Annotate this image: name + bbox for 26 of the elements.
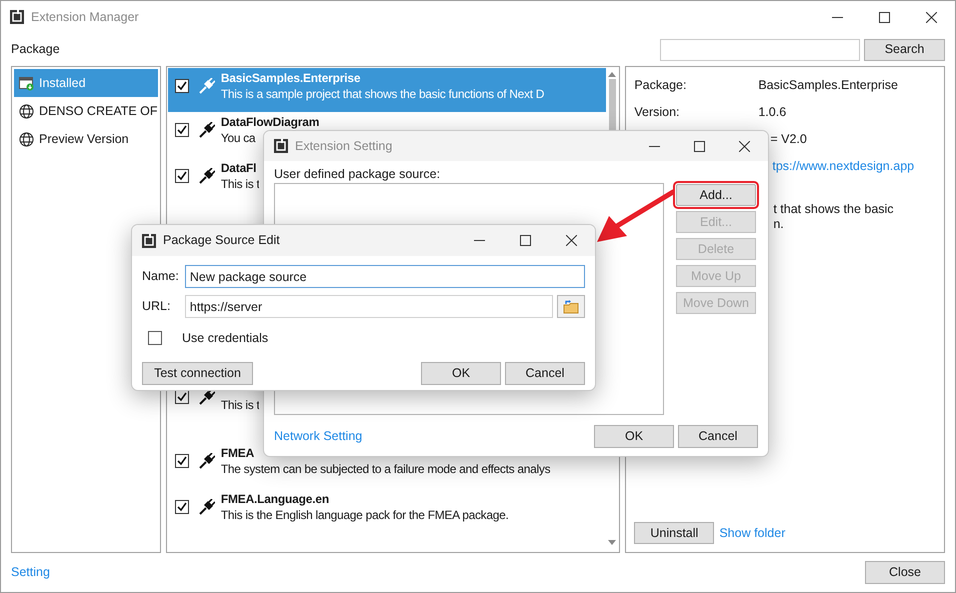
package-title: FMEA: [220, 445, 254, 461]
dialog-title: Package Source Edit: [163, 232, 280, 250]
package-title: BasicSamples.Enterprise: [220, 70, 360, 86]
source-label: User defined package source:: [274, 166, 442, 183]
package-description: This is t: [220, 397, 260, 414]
checkbox-label: Use credentials: [182, 330, 268, 347]
detail-label: Version:: [634, 104, 681, 122]
detail-value: = V2.0: [770, 131, 807, 148]
description-text: n.: [773, 217, 785, 232]
description-text: t that shows the basic: [773, 202, 895, 217]
detail-value: BasicSamples.Enterprise: [758, 77, 898, 94]
package-label: Package: [11, 41, 60, 58]
package-title: DataFlowDiagram: [220, 114, 320, 130]
package-description: You ca: [220, 130, 256, 147]
package-description: This is a sample project that shows the basic functions of Next D: [220, 86, 544, 103]
package-title: DataFl: [220, 160, 256, 176]
package-title: FMEA.Language.en: [220, 491, 329, 507]
detail-label: Package:: [634, 77, 688, 94]
detail-value: 1.0.6: [758, 104, 786, 122]
package-description: This is the English language pack for the FMEA package.: [220, 507, 509, 524]
name-label: Name:: [142, 268, 180, 286]
dialog-title: Extension Setting: [295, 138, 392, 155]
window-title: Extension Manager: [31, 8, 139, 26]
package-description: This is t: [220, 176, 260, 193]
package-description: The system can be subjected to a failure mode and effects analys: [220, 461, 550, 478]
url-label: URL:: [142, 298, 172, 316]
